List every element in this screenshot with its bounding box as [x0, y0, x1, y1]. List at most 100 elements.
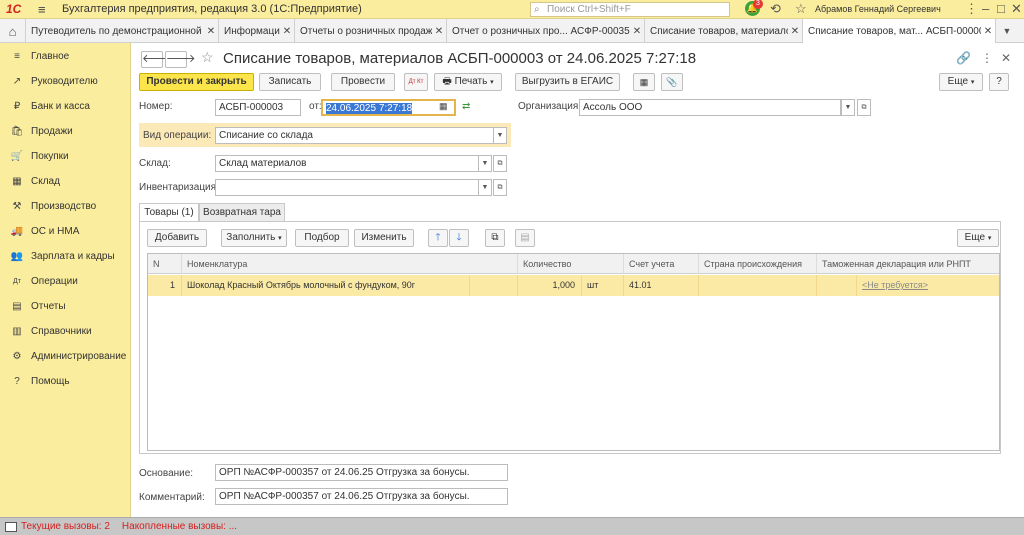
- history-icon[interactable]: ⟲: [770, 1, 781, 17]
- operation-type-dropdown-icon[interactable]: ▼: [493, 127, 507, 144]
- forward-button[interactable]: 🡒: [165, 51, 196, 68]
- close-form-icon[interactable]: ✕: [1001, 51, 1011, 65]
- col-country[interactable]: Страна происхождения: [699, 254, 817, 274]
- cell-item-extra[interactable]: [470, 275, 518, 296]
- sidebar-item-assets[interactable]: 🚚 ОС и НМА: [0, 219, 130, 244]
- delete-row-icon[interactable]: ▤: [515, 229, 535, 247]
- col-customs[interactable]: Таможенная декларация или РНПТ: [817, 254, 999, 274]
- fill-button[interactable]: Заполнить ▾: [221, 229, 287, 247]
- close-tab-icon[interactable]: ✕: [981, 26, 995, 37]
- close-tab-icon[interactable]: ✕: [280, 26, 294, 37]
- help-button[interactable]: ?: [989, 73, 1009, 91]
- egais-export-button[interactable]: Выгрузить в ЕГАИС: [515, 73, 620, 91]
- sidebar-item-production[interactable]: ⚒ Производство: [0, 194, 130, 219]
- windows-icon[interactable]: [5, 521, 17, 532]
- tab-goods[interactable]: Товары (1): [139, 203, 199, 222]
- col-item[interactable]: Номенклатура: [182, 254, 518, 274]
- sidebar-item-operations[interactable]: Дт Операции: [0, 269, 130, 294]
- warehouse-dropdown-icon[interactable]: ▼: [478, 155, 492, 172]
- tab-retail-reports[interactable]: Отчеты о розничных продажах ✕: [295, 19, 447, 43]
- tab-guide[interactable]: Путеводитель по демонстрационной ... ✕: [26, 19, 219, 43]
- cell-account[interactable]: 41.01: [624, 275, 699, 296]
- home-icon[interactable]: ⌂: [0, 19, 26, 43]
- inventory-dropdown-icon[interactable]: ▼: [478, 179, 492, 196]
- more-actions-icon[interactable]: ⋮: [981, 51, 993, 65]
- accumulated-calls[interactable]: Накопленные вызовы: ...: [122, 521, 237, 532]
- customs-link[interactable]: <Не требуется>: [862, 280, 928, 290]
- organization-dropdown-icon[interactable]: ▼: [841, 99, 855, 116]
- tab-info[interactable]: Информация ✕: [219, 19, 295, 43]
- move-down-icon[interactable]: 🡓: [449, 229, 469, 247]
- date-change-icon[interactable]: ⇄: [462, 101, 470, 112]
- minimize-icon[interactable]: –: [982, 1, 989, 16]
- current-calls[interactable]: Текущие вызовы: 2: [21, 521, 110, 532]
- organization-open-icon[interactable]: ⧉: [857, 99, 871, 116]
- operation-type-field[interactable]: Списание со склада: [215, 127, 494, 144]
- post-and-close-button[interactable]: Провести и закрыть: [139, 73, 254, 91]
- tab-retail-report-doc[interactable]: Отчет о розничных про... АСФР-000358 ✕: [447, 19, 645, 43]
- global-search-input[interactable]: ⌕ Поиск Ctrl+Shift+F: [530, 2, 730, 17]
- sidebar-item-sales[interactable]: 🛍 Продажи: [0, 119, 130, 144]
- favorites-star-icon[interactable]: ☆: [795, 1, 807, 17]
- inventory-open-icon[interactable]: ⧉: [493, 179, 507, 196]
- close-window-icon[interactable]: ✕: [1011, 1, 1022, 17]
- table-row[interactable]: 1 Шоколад Красный Октябрь молочный с фун…: [148, 275, 999, 296]
- attachment-icon[interactable]: 📎: [661, 73, 683, 91]
- cell-customs-extra[interactable]: [817, 275, 857, 296]
- tab-writeoff-list[interactable]: Списание товаров, материалов ✕: [645, 19, 803, 43]
- calendar-icon[interactable]: ▦: [439, 101, 448, 112]
- save-button[interactable]: Записать: [259, 73, 321, 91]
- sidebar-item-warehouse[interactable]: ▦ Склад: [0, 169, 130, 194]
- maximize-icon[interactable]: □: [997, 1, 1005, 16]
- tab-returnable-packaging[interactable]: Возвратная тара: [199, 203, 285, 222]
- warehouse-field[interactable]: Склад материалов: [215, 155, 479, 172]
- organization-field[interactable]: Ассоль ООО: [579, 99, 841, 116]
- sidebar-item-purchases[interactable]: 🛒 Покупки: [0, 144, 130, 169]
- settings-icon[interactable]: ⋮: [965, 1, 978, 17]
- sidebar-item-directories[interactable]: ▥ Справочники: [0, 319, 130, 344]
- table-more-button[interactable]: Еще ▾: [957, 229, 999, 247]
- sidebar-item-manager[interactable]: ↗ Руководителю: [0, 69, 130, 94]
- cell-customs[interactable]: <Не требуется>: [857, 275, 999, 296]
- col-account[interactable]: Счет учета: [624, 254, 699, 274]
- hamburger-menu-icon[interactable]: ≡: [38, 2, 52, 17]
- cell-item[interactable]: Шоколад Красный Октябрь молочный с фунду…: [182, 275, 470, 296]
- close-tab-icon[interactable]: ✕: [432, 26, 446, 37]
- cell-unit[interactable]: шт: [582, 275, 624, 296]
- close-tab-icon[interactable]: ✕: [630, 26, 644, 37]
- date-field[interactable]: 24.06.2025 7:27:18: [321, 99, 456, 116]
- comment-field[interactable]: ОРП №АСФР-000357 от 24.06.25 Отгрузка за…: [215, 488, 508, 505]
- inventory-field[interactable]: [215, 179, 479, 196]
- col-n[interactable]: N: [148, 254, 182, 274]
- basis-field[interactable]: ОРП №АСФР-000357 от 24.06.25 Отгрузка за…: [215, 464, 508, 481]
- change-button[interactable]: Изменить: [354, 229, 414, 247]
- dt-kt-button[interactable]: Дт Кт: [404, 73, 428, 91]
- cell-country[interactable]: [699, 275, 817, 296]
- pick-button[interactable]: Подбор: [295, 229, 349, 247]
- close-tab-icon[interactable]: ✕: [788, 26, 802, 37]
- warehouse-open-icon[interactable]: ⧉: [493, 155, 507, 172]
- tab-writeoff-doc[interactable]: Списание товаров, мат... АСБП-000003 ✕: [803, 19, 996, 43]
- sidebar-item-main[interactable]: ≡ Главное: [0, 44, 130, 69]
- post-button[interactable]: Провести: [331, 73, 395, 91]
- sidebar-item-admin[interactable]: ⚙ Администрирование: [0, 344, 130, 369]
- col-qty[interactable]: Количество: [518, 254, 624, 274]
- copy-row-icon[interactable]: ⧉: [485, 229, 505, 247]
- back-button[interactable]: 🡐: [141, 51, 172, 68]
- current-user-name[interactable]: Абрамов Геннадий Сергеевич: [815, 4, 941, 14]
- structure-icon[interactable]: ▦: [633, 73, 655, 91]
- link-icon[interactable]: 🔗: [956, 51, 971, 65]
- more-button[interactable]: Еще ▾: [939, 73, 983, 91]
- sidebar-item-bank[interactable]: ₽ Банк и касса: [0, 94, 130, 119]
- close-tab-icon[interactable]: ✕: [204, 26, 218, 37]
- move-up-icon[interactable]: 🡑: [428, 229, 448, 247]
- favorite-star-icon[interactable]: ☆: [201, 49, 214, 66]
- sidebar-item-help[interactable]: ? Помощь: [0, 369, 130, 394]
- print-button[interactable]: 🖶 Печать ▾: [434, 73, 502, 91]
- sidebar-item-payroll[interactable]: 👥 Зарплата и кадры: [0, 244, 130, 269]
- add-row-button[interactable]: Добавить: [147, 229, 207, 247]
- sidebar-item-reports[interactable]: ▤ Отчеты: [0, 294, 130, 319]
- number-field[interactable]: АСБП-000003: [215, 99, 301, 116]
- cell-qty[interactable]: 1,000: [518, 275, 582, 296]
- tabs-dropdown-icon[interactable]: ▼: [996, 19, 1018, 42]
